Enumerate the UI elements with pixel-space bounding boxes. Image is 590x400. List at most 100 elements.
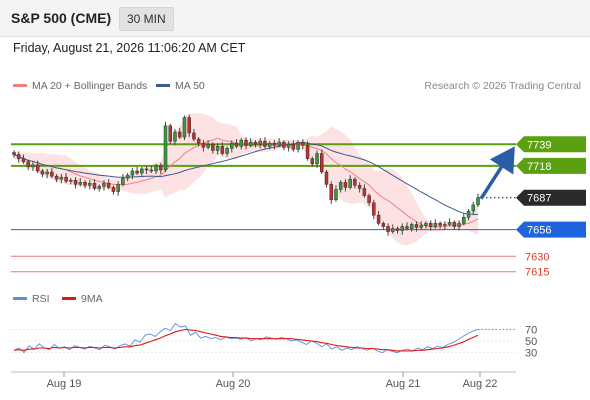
candle-body — [73, 179, 78, 185]
candle-body — [476, 197, 480, 206]
rsi-panel: 705030 — [11, 322, 537, 360]
candle-body — [343, 182, 348, 188]
candle-body — [92, 183, 97, 189]
candle-body — [428, 223, 433, 227]
candle-body — [88, 183, 92, 186]
time-label-1: Aug 20 — [216, 378, 251, 390]
candle-body — [154, 165, 158, 172]
time-label-2: Aug 21 — [386, 378, 421, 390]
candle-body — [31, 164, 35, 168]
level-lines-layer — [11, 143, 516, 273]
candle-body — [471, 204, 476, 212]
candle-body — [301, 141, 305, 146]
candle-body — [211, 144, 215, 151]
candle-body — [177, 131, 182, 138]
time-label-0: Aug 19 — [47, 378, 82, 390]
candle-body — [296, 141, 300, 150]
candle-body — [391, 228, 395, 232]
candle-body — [163, 125, 168, 171]
candle-body — [244, 139, 248, 146]
candle-body — [182, 117, 187, 138]
price-label-7718: 7718 — [527, 161, 551, 173]
candle-body — [45, 171, 49, 175]
candle-body — [220, 146, 225, 154]
candle-body — [414, 224, 419, 228]
candle-body — [348, 178, 352, 188]
candle-body — [106, 183, 111, 188]
rsi-tick-70: 70 — [525, 324, 537, 336]
candle-body — [59, 176, 64, 180]
candle-body — [310, 158, 315, 165]
price-label-7687: 7687 — [527, 193, 551, 205]
candle-body — [97, 186, 101, 189]
candle-body — [386, 226, 390, 232]
candle-body — [239, 139, 244, 147]
candle-body — [405, 226, 409, 229]
candle-body — [320, 153, 324, 173]
candle-body — [16, 154, 21, 159]
candle-body — [357, 185, 362, 189]
candle-body — [263, 140, 267, 147]
candle-body — [159, 165, 163, 171]
candle-body — [125, 174, 130, 179]
candle-body — [372, 202, 376, 216]
candle-body — [111, 187, 116, 192]
level-tags-layer: 7739 7718 7687 7656 7630 7615 — [478, 136, 586, 279]
candle-body — [192, 132, 196, 140]
candle-body — [230, 142, 234, 149]
candle-body — [353, 178, 357, 186]
candle-body — [409, 224, 414, 229]
candle-body — [457, 223, 461, 227]
candle-body — [272, 142, 277, 146]
price-label-7739: 7739 — [527, 139, 551, 151]
price-label-7615: 7615 — [525, 267, 549, 279]
candle-body — [424, 223, 428, 226]
candle-body — [54, 175, 59, 180]
bollinger-band-layer — [14, 113, 478, 246]
price-tag-7656: 7656 — [516, 221, 586, 238]
candle-body — [196, 138, 201, 144]
candle-body — [277, 141, 281, 146]
candle-body — [201, 142, 206, 148]
candle-body — [173, 131, 177, 142]
rsi-tick-30: 30 — [525, 348, 537, 360]
price-tag-7615: 7615 — [525, 267, 549, 279]
candle-body — [135, 170, 139, 174]
candle-body — [286, 144, 291, 148]
candle-body — [338, 182, 343, 190]
candle-body — [64, 176, 68, 182]
candle-body — [305, 145, 310, 159]
candle-body — [140, 168, 144, 174]
price-tag-7739: 7739 — [516, 136, 586, 153]
price-tag-7718: 7718 — [516, 157, 586, 174]
candle-body — [419, 225, 423, 228]
candle-body — [282, 141, 286, 148]
candle-body — [452, 222, 457, 227]
candle-body — [26, 161, 30, 168]
candle-body — [400, 226, 404, 231]
candle-body — [206, 144, 210, 148]
candle-body — [447, 222, 452, 225]
candle-body — [144, 168, 149, 171]
candle-body — [187, 117, 191, 134]
candle-body — [78, 182, 83, 185]
candle-body — [462, 216, 466, 224]
price-label-7656: 7656 — [527, 225, 551, 237]
candle-body — [334, 189, 338, 201]
price-chart: 773977187687765676307615 705030 Aug 19 Au… — [11, 113, 586, 390]
candle-body — [130, 170, 135, 176]
price-tag-7630: 7630 — [525, 251, 549, 263]
candle-body — [367, 195, 371, 204]
candle-body — [267, 142, 272, 147]
candle-body — [324, 171, 329, 185]
candle-body — [443, 224, 447, 226]
candle-body — [83, 182, 87, 186]
candle-body — [149, 169, 154, 172]
price-label-7630: 7630 — [525, 251, 549, 263]
candle-body — [438, 223, 442, 226]
time-label-3: Aug 22 — [463, 378, 498, 390]
rsi-tick-50: 50 — [525, 336, 537, 348]
candle-body — [234, 142, 239, 147]
time-axis: Aug 19 Aug 20 Aug 21 Aug 22 — [11, 371, 516, 390]
candle-body — [12, 152, 16, 155]
